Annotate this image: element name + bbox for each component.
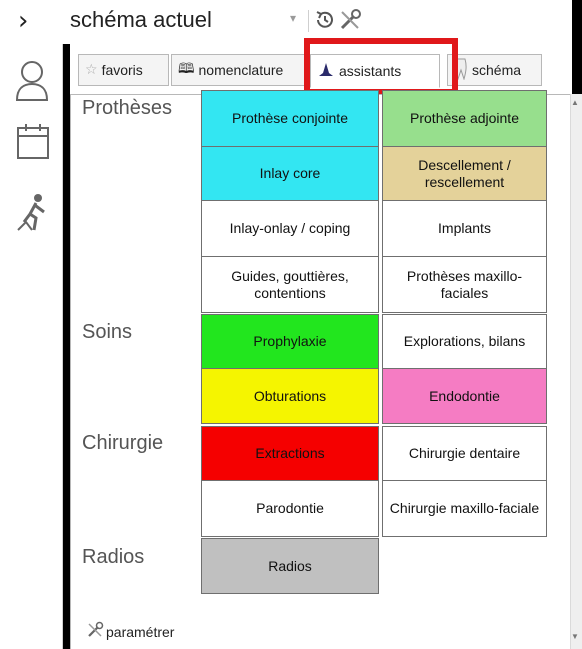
extractions-button[interactable]: Extractions — [201, 426, 379, 481]
inlay-onlay-button[interactable]: Inlay-onlay / coping — [201, 200, 379, 257]
prophylaxie-button[interactable]: Prophylaxie — [201, 314, 379, 369]
inlay-core-button[interactable]: Inlay core — [201, 146, 379, 201]
descellement-button[interactable]: Descellement / rescellement — [382, 146, 547, 201]
history-icon[interactable] — [314, 9, 336, 36]
vertical-scrollbar[interactable] — [570, 94, 582, 649]
tab-schema[interactable]: schéma — [447, 54, 542, 86]
endodontie-button[interactable]: Endodontie — [382, 368, 547, 424]
category-soins: Soins — [82, 321, 133, 343]
worker-icon[interactable] — [16, 192, 50, 237]
explorations-button[interactable]: Explorations, bilans — [382, 314, 547, 369]
left-rail: › — [0, 0, 63, 649]
radios-button[interactable]: Radios — [201, 538, 379, 594]
category-chirurgie: Chirurgie — [82, 432, 164, 454]
scroll-up-icon[interactable]: ▲ — [571, 98, 579, 107]
tab-nomenclature[interactable]: 🕮 nomenclature — [171, 54, 316, 86]
prothese-adjointe-button[interactable]: Prothèse adjointe — [382, 90, 547, 147]
parodontie-button[interactable]: Parodontie — [201, 480, 379, 537]
protheses-maxillo-button[interactable]: Prothèses maxillo-faciales — [382, 256, 547, 313]
tab-favoris[interactable]: ☆ favoris — [78, 54, 169, 86]
obturations-button[interactable]: Obturations — [201, 368, 379, 424]
parametrer-link[interactable]: paramétrer — [86, 621, 174, 642]
category-protheses: Prothèses — [82, 97, 173, 119]
chirurgie-dentaire-button[interactable]: Chirurgie dentaire — [382, 426, 547, 481]
prothese-conjointe-button[interactable]: Prothèse conjointe — [201, 90, 379, 147]
highlight-box — [304, 38, 458, 95]
calendar-icon[interactable] — [16, 122, 50, 165]
tools-icon[interactable] — [338, 8, 362, 37]
schema-title[interactable]: schéma actuel — [70, 6, 212, 34]
tools-icon — [86, 621, 104, 642]
book-icon: 🕮 — [178, 61, 195, 77]
scroll-down-icon[interactable]: ▼ — [571, 632, 579, 641]
dropdown-arrow-icon[interactable]: ▾ — [290, 11, 296, 25]
chirurgie-maxillo-button[interactable]: Chirurgie maxillo-faciale — [382, 480, 547, 537]
chevron-right-icon[interactable]: › — [18, 8, 28, 34]
implants-button[interactable]: Implants — [382, 200, 547, 257]
user-icon[interactable] — [14, 58, 50, 107]
star-icon: ☆ — [85, 62, 98, 78]
toolbar-divider — [308, 10, 309, 32]
guides-button[interactable]: Guides, gouttières, contentions — [201, 256, 379, 313]
category-radios: Radios — [82, 546, 145, 568]
